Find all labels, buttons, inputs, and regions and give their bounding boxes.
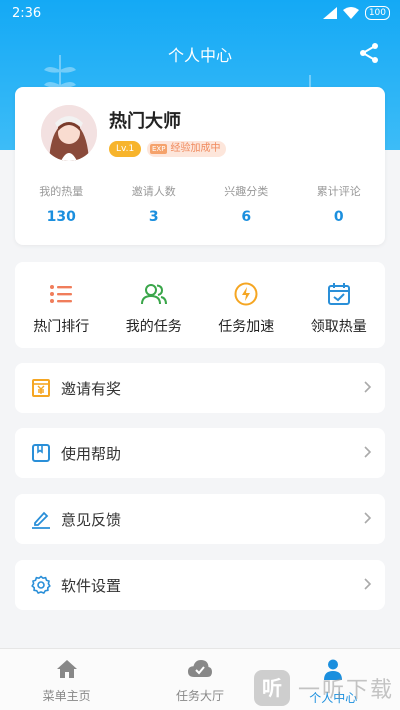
action-label: 我的任务 [125,319,182,335]
username: 热门大师 [109,111,181,132]
menu-item-help[interactable]: 使用帮助 [15,428,385,478]
avatar-image [41,105,97,161]
avatar[interactable] [41,105,97,161]
stat-label: 累计评论 [316,185,361,198]
watermark-logo: 听 [254,670,290,706]
users-icon [140,284,167,305]
stat-comments[interactable]: 累计评论 0 [293,183,386,225]
action-label: 领取热量 [310,319,367,335]
tab-home[interactable]: 菜单主页 [0,649,133,710]
stat-label: 邀请人数 [131,185,176,198]
chevron-right-icon [364,381,372,393]
menu-label: 意见反馈 [61,510,122,529]
tab-task-hall[interactable]: 任务大厅 [133,649,266,710]
stat-label: 兴趣分类 [224,185,269,198]
tab-label: 任务大厅 [175,689,224,703]
action-hot-ranking[interactable]: 热门排行 [15,262,108,348]
stat-interests[interactable]: 兴趣分类 6 [200,183,293,225]
profile-card: 热门大师 Lv.1 EXP 经验加成中 我的热量 130 邀请人数 3 兴趣分类… [15,87,385,245]
chevron-right-icon [364,446,372,458]
menu-label: 软件设置 [61,576,122,595]
menu-label: 邀请有奖 [61,379,122,398]
menu-item-invite[interactable]: 邀请有奖 [15,363,385,413]
home-icon [56,660,77,678]
stat-value: 3 [148,209,159,225]
cloud-icon [187,660,212,677]
stats-row: 我的热量 130 邀请人数 3 兴趣分类 6 累计评论 0 [15,183,385,225]
stat-value: 6 [241,209,252,225]
watermark-text: 一听下载 [298,678,395,703]
exp-bonus-badge: EXP 经验加成中 [147,141,227,157]
menu-item-feedback[interactable]: 意见反馈 [15,494,385,544]
book-icon [32,444,50,462]
menu-item-settings[interactable]: 软件设置 [15,560,385,610]
status-time: 2:36 [12,6,42,21]
action-task-boost[interactable]: 任务加速 [200,262,293,348]
menu-label: 使用帮助 [61,444,122,463]
page-title: 个人中心 [167,46,232,65]
action-label: 任务加速 [218,319,275,335]
action-my-tasks[interactable]: 我的任务 [108,262,201,348]
wifi-icon [342,7,359,19]
chevron-right-icon [364,578,372,590]
level-badge: Lv.1 [109,141,142,157]
exp-icon: EXP [150,144,168,154]
tab-label: 菜单主页 [42,689,91,703]
lightning-icon [234,282,258,306]
stat-label: 我的热量 [39,185,84,198]
action-claim-heat[interactable]: 领取热量 [293,262,386,348]
gear-icon [31,575,51,594]
stat-value: 0 [333,209,344,225]
signal-icon [322,7,337,19]
stat-invites[interactable]: 邀请人数 3 [108,183,201,225]
chevron-right-icon [364,512,372,524]
battery-indicator: 100 [364,6,390,20]
exp-bonus-text: 经验加成中 [170,143,221,154]
list-icon [50,285,73,303]
status-bar: 2:36 100 [0,0,400,28]
share-icon[interactable] [358,42,380,64]
watermark: 听 一听下载 [254,670,400,706]
calendar-check-icon [327,283,350,305]
gift-icon [32,379,50,397]
stat-heat[interactable]: 我的热量 130 [15,183,108,225]
edit-icon [32,511,50,529]
stat-value: 130 [46,209,76,225]
quick-actions-card: 热门排行 我的任务 任务加速 领取热量 [15,262,385,348]
action-label: 热门排行 [33,319,90,335]
